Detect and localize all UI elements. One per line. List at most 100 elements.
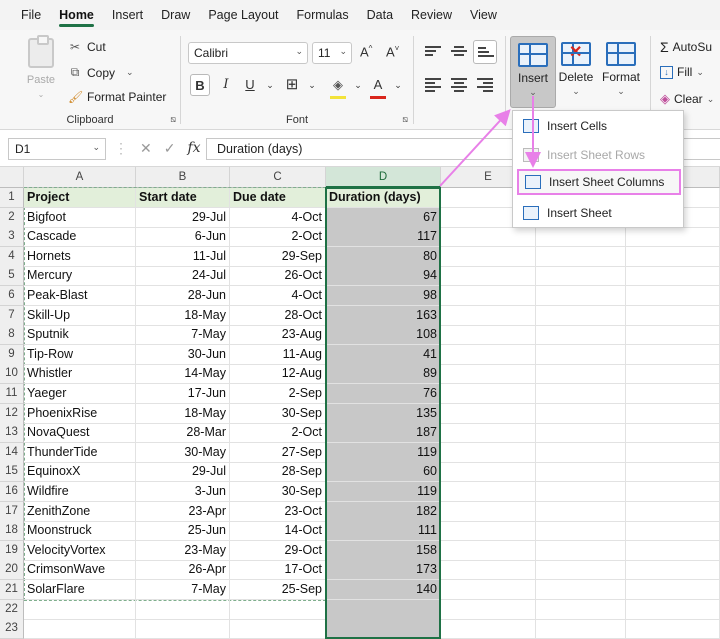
table-cell[interactable]: 2-Oct [230,227,326,248]
clear-button[interactable]: ◈ Clear ⌄ [660,91,714,107]
table-cell[interactable]: Bigfoot [24,207,136,228]
row-header[interactable]: 17 [0,501,24,522]
table-cell[interactable]: ZenithZone [24,501,136,522]
empty-cell[interactable] [536,246,626,267]
table-cell[interactable]: 14-Oct [230,521,326,542]
empty-cell[interactable] [536,599,626,620]
empty-cell[interactable] [441,384,536,404]
empty-cell[interactable] [136,599,230,620]
table-cell[interactable]: 182 [326,501,441,522]
empty-cell[interactable] [536,482,626,502]
empty-cell[interactable] [441,560,536,581]
table-cell[interactable]: 25-Jun [136,521,230,542]
empty-cell[interactable] [441,227,536,248]
select-all-corner[interactable] [0,167,24,188]
empty-cell[interactable] [441,540,536,561]
fill-color-icon[interactable]: ◈ [328,74,348,96]
empty-cell[interactable] [536,286,626,306]
table-cell[interactable]: 11-Jul [136,246,230,267]
table-cell[interactable]: 135 [326,403,441,424]
bold-button[interactable]: B [190,74,210,96]
table-cell[interactable]: Wildfire [24,482,136,502]
empty-cell[interactable] [441,501,536,522]
empty-cell[interactable] [441,344,536,365]
row-header[interactable]: 2 [0,207,24,228]
empty-cell[interactable] [24,599,136,620]
table-cell[interactable]: 4-Oct [230,286,326,306]
table-cell[interactable]: 67 [326,207,441,228]
table-cell[interactable]: 14-May [136,364,230,385]
format-cells-button[interactable]: Format ⌄ [598,36,644,108]
shrink-font-icon[interactable]: A˅ [386,44,399,59]
empty-cell[interactable] [441,580,536,600]
table-cell[interactable]: 3-Jun [136,482,230,502]
table-cell[interactable]: 80 [326,246,441,267]
empty-cell[interactable] [536,580,626,600]
table-cell[interactable]: 29-Jul [136,207,230,228]
empty-cell[interactable] [626,540,720,561]
font-family-select[interactable]: Calibri ⌄ [188,42,308,64]
table-cell[interactable]: 187 [326,423,441,444]
format-painter-button[interactable]: 🖌 Format Painter [68,90,166,104]
table-cell[interactable]: Whistler [24,364,136,385]
tab-home[interactable]: Home [50,0,103,30]
insert-cells-item[interactable]: Insert Cells [517,113,681,139]
empty-cell[interactable] [536,423,626,444]
row-header[interactable]: 4 [0,246,24,267]
paste-button[interactable]: Paste ⌄ [24,35,58,99]
table-cell[interactable]: 140 [326,580,441,600]
empty-cell[interactable] [536,521,626,542]
row-header[interactable]: 15 [0,462,24,483]
align-center-icon[interactable] [451,78,467,92]
table-cell[interactable]: 30-Jun [136,344,230,365]
table-cell[interactable]: EquinoxX [24,462,136,483]
empty-cell[interactable] [536,344,626,365]
empty-cell[interactable] [536,501,626,522]
row-header[interactable]: 19 [0,540,24,561]
table-cell[interactable]: SolarFlare [24,580,136,600]
table-cell[interactable]: 26-Oct [230,266,326,287]
table-cell[interactable]: 26-Apr [136,560,230,581]
empty-cell[interactable] [441,423,536,444]
empty-cell[interactable] [626,442,720,463]
table-cell[interactable]: 117 [326,227,441,248]
table-cell[interactable]: CrimsonWave [24,560,136,581]
table-cell[interactable]: Tip-Row [24,344,136,365]
empty-cell[interactable] [536,325,626,346]
empty-cell[interactable] [441,521,536,542]
table-cell[interactable]: ThunderTide [24,442,136,463]
empty-cell[interactable] [536,540,626,561]
table-cell[interactable]: 29-Sep [230,246,326,267]
row-header[interactable]: 13 [0,423,24,444]
align-right-icon[interactable] [477,78,493,92]
table-cell[interactable]: 2-Oct [230,423,326,444]
table-cell[interactable]: 24-Jul [136,266,230,287]
tab-review[interactable]: Review [402,0,461,30]
tab-page-layout[interactable]: Page Layout [199,0,287,30]
empty-cell[interactable] [626,619,720,639]
empty-cell[interactable] [626,344,720,365]
empty-cell[interactable] [536,619,626,639]
tab-formulas[interactable]: Formulas [288,0,358,30]
empty-cell[interactable] [536,227,626,248]
row-header[interactable]: 8 [0,325,24,346]
empty-cell[interactable] [536,442,626,463]
header-cell[interactable]: Project [24,188,136,208]
empty-cell[interactable] [626,227,720,248]
insert-function-icon[interactable]: fx [187,140,200,157]
copy-button[interactable]: ⧉ Copy ⌄ [68,65,134,80]
table-cell[interactable]: 28-Mar [136,423,230,444]
empty-cell[interactable] [441,286,536,306]
font-size-select[interactable]: 11 ⌄ [312,42,352,64]
table-cell[interactable]: 12-Aug [230,364,326,385]
table-cell[interactable]: 28-Jun [136,286,230,306]
table-cell[interactable]: 4-Oct [230,207,326,228]
row-header[interactable]: 6 [0,286,24,306]
table-cell[interactable]: Sputnik [24,325,136,346]
align-middle-icon[interactable] [451,46,467,60]
copy-chevron-icon[interactable]: ⌄ [126,67,134,78]
empty-cell[interactable] [626,364,720,385]
header-cell[interactable]: Due date [230,188,326,208]
tab-file[interactable]: File [12,0,50,30]
row-header[interactable]: 16 [0,482,24,502]
